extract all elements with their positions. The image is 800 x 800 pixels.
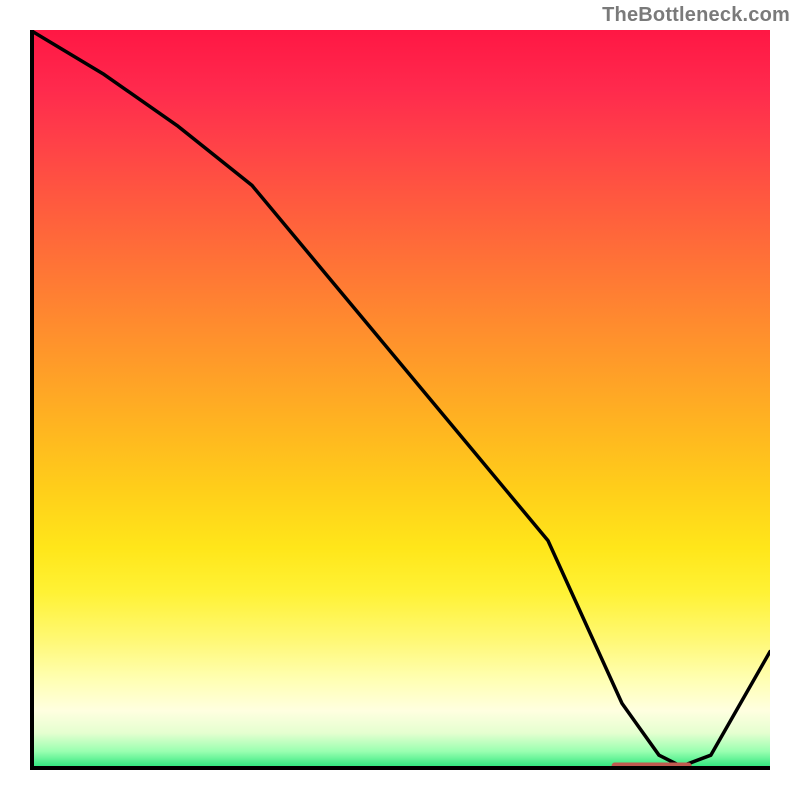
bottleneck-curve-line: [30, 30, 770, 766]
chart-svg: [30, 30, 770, 770]
watermark-label: TheBottleneck.com: [602, 4, 790, 27]
plot-area: [30, 30, 770, 770]
plot-frame: [30, 30, 770, 770]
